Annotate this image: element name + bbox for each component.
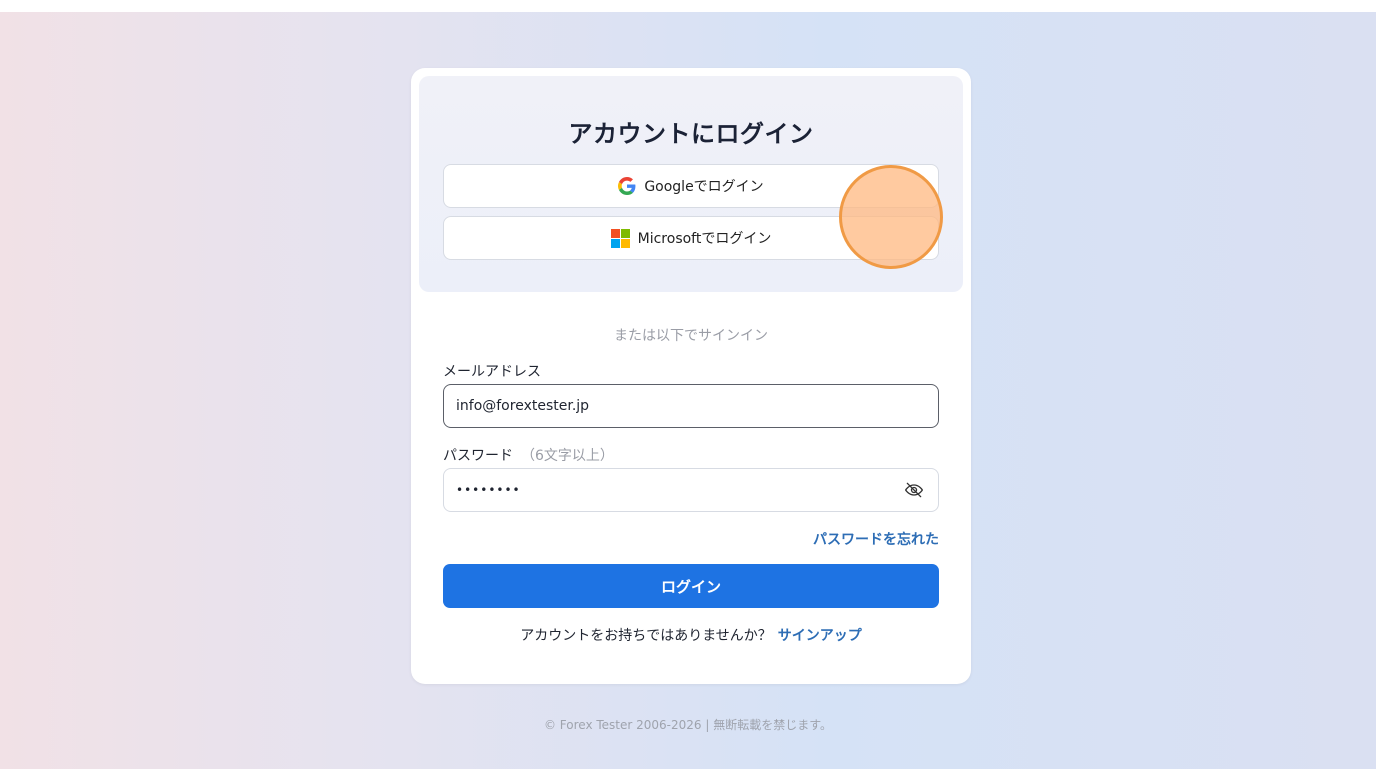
password-field[interactable]: •••••••• [443,468,939,512]
google-icon [618,177,636,195]
google-login-label: Googleでログイン [644,179,764,195]
signup-link[interactable]: サインアップ [778,628,862,644]
password-label: パスワード （6文字以上） [443,445,614,465]
forgot-password-link[interactable]: パスワードを忘れた [813,529,939,549]
microsoft-icon [610,228,630,248]
page-title: アカウントにログイン [568,120,814,148]
eye-off-icon[interactable] [904,480,924,500]
password-hint: （6文字以上） [521,448,614,464]
microsoft-login-label: Microsoftでログイン [637,231,772,247]
email-field[interactable]: info@forextester.jp [443,384,939,428]
login-button[interactable]: ログイン [443,564,939,608]
cursor-highlight [839,165,943,269]
signup-row: アカウントをお持ちではありませんか？ サインアップ [411,625,971,645]
no-account-text: アカウントをお持ちではありませんか？ [520,628,772,644]
email-label: メールアドレス [443,364,541,380]
footer-copyright: © Forex Tester 2006-2026 | 無断転載を禁じます。 [543,718,833,732]
login-card: アカウントにログイン Googleでログイン Microsoftでログイン また… [411,68,971,684]
email-value: info@forextester.jp [456,398,590,414]
password-label-text: パスワード [443,448,513,464]
or-divider-text: または以下でサインイン [614,328,768,344]
password-value: •••••••• [456,483,521,497]
